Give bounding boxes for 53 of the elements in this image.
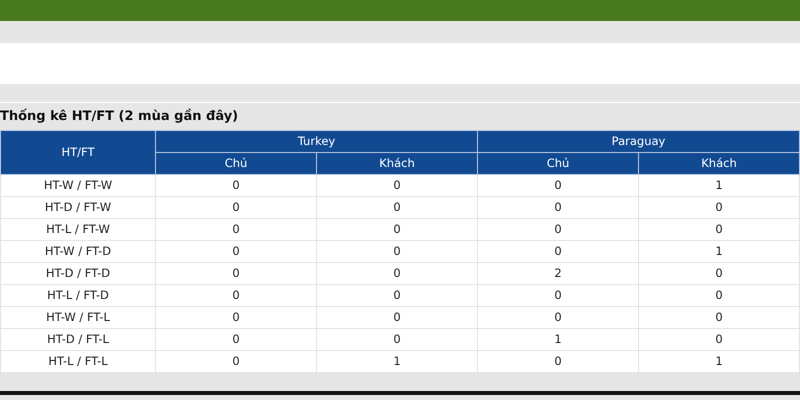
row-label: HT-L / FT-L (0, 350, 156, 372)
table-cell: 0 (316, 262, 478, 284)
table-cell: 0 (156, 174, 316, 196)
team-header: Paraguay (478, 130, 800, 152)
table-cell: 0 (478, 196, 638, 218)
table-cell: 1 (638, 240, 800, 262)
table-cell: 0 (638, 196, 800, 218)
table-cell: 0 (478, 174, 638, 196)
column-header: Chủ (156, 152, 316, 174)
table-cell: 1 (316, 350, 478, 372)
table-cell: 1 (638, 174, 800, 196)
table-cell: 0 (156, 262, 316, 284)
table-cell: 0 (638, 306, 800, 328)
table-cell: 0 (156, 350, 316, 372)
table-cell: 0 (316, 196, 478, 218)
column-header: Khách (316, 152, 478, 174)
table-cell: 0 (316, 174, 478, 196)
table-cell: 0 (156, 196, 316, 218)
table-cell: 1 (478, 328, 638, 350)
row-label: HT-W / FT-D (0, 240, 156, 262)
table-cell: 0 (478, 284, 638, 306)
table-cell: 0 (316, 328, 478, 350)
table-cell: 0 (316, 306, 478, 328)
table-cell: 0 (478, 350, 638, 372)
table-cell: 0 (156, 284, 316, 306)
row-label: HT-D / FT-L (0, 328, 156, 350)
table-cell: 0 (478, 240, 638, 262)
table-cell: 0 (638, 218, 800, 240)
table-cell: 0 (156, 306, 316, 328)
column-header: Chủ (478, 152, 638, 174)
section-title: Thống kê HT/FT (2 mùa gần đây) (0, 108, 240, 126)
row-label: HT-D / FT-W (0, 196, 156, 218)
table-cell: 0 (638, 262, 800, 284)
team-header: Turkey (156, 130, 478, 152)
table-cell: 0 (156, 218, 316, 240)
row-label: HT-L / FT-D (0, 284, 156, 306)
table-cell: 0 (478, 218, 638, 240)
table-cell: 1 (638, 350, 800, 372)
row-label: HT-W / FT-W (0, 174, 156, 196)
table-cell: 0 (638, 328, 800, 350)
row-label: HT-D / FT-D (0, 262, 156, 284)
table-cell: 0 (478, 306, 638, 328)
table-cell: 0 (156, 240, 316, 262)
table-cell: 0 (638, 284, 800, 306)
table-cell: 0 (316, 240, 478, 262)
table-cell: 2 (478, 262, 638, 284)
column-header: HT/FT (0, 130, 156, 174)
row-label: HT-W / FT-L (0, 306, 156, 328)
table-cell: 0 (316, 218, 478, 240)
column-header: Khách (638, 152, 800, 174)
row-label: HT-L / FT-W (0, 218, 156, 240)
table-cell: 0 (316, 284, 478, 306)
table-cell: 0 (156, 328, 316, 350)
